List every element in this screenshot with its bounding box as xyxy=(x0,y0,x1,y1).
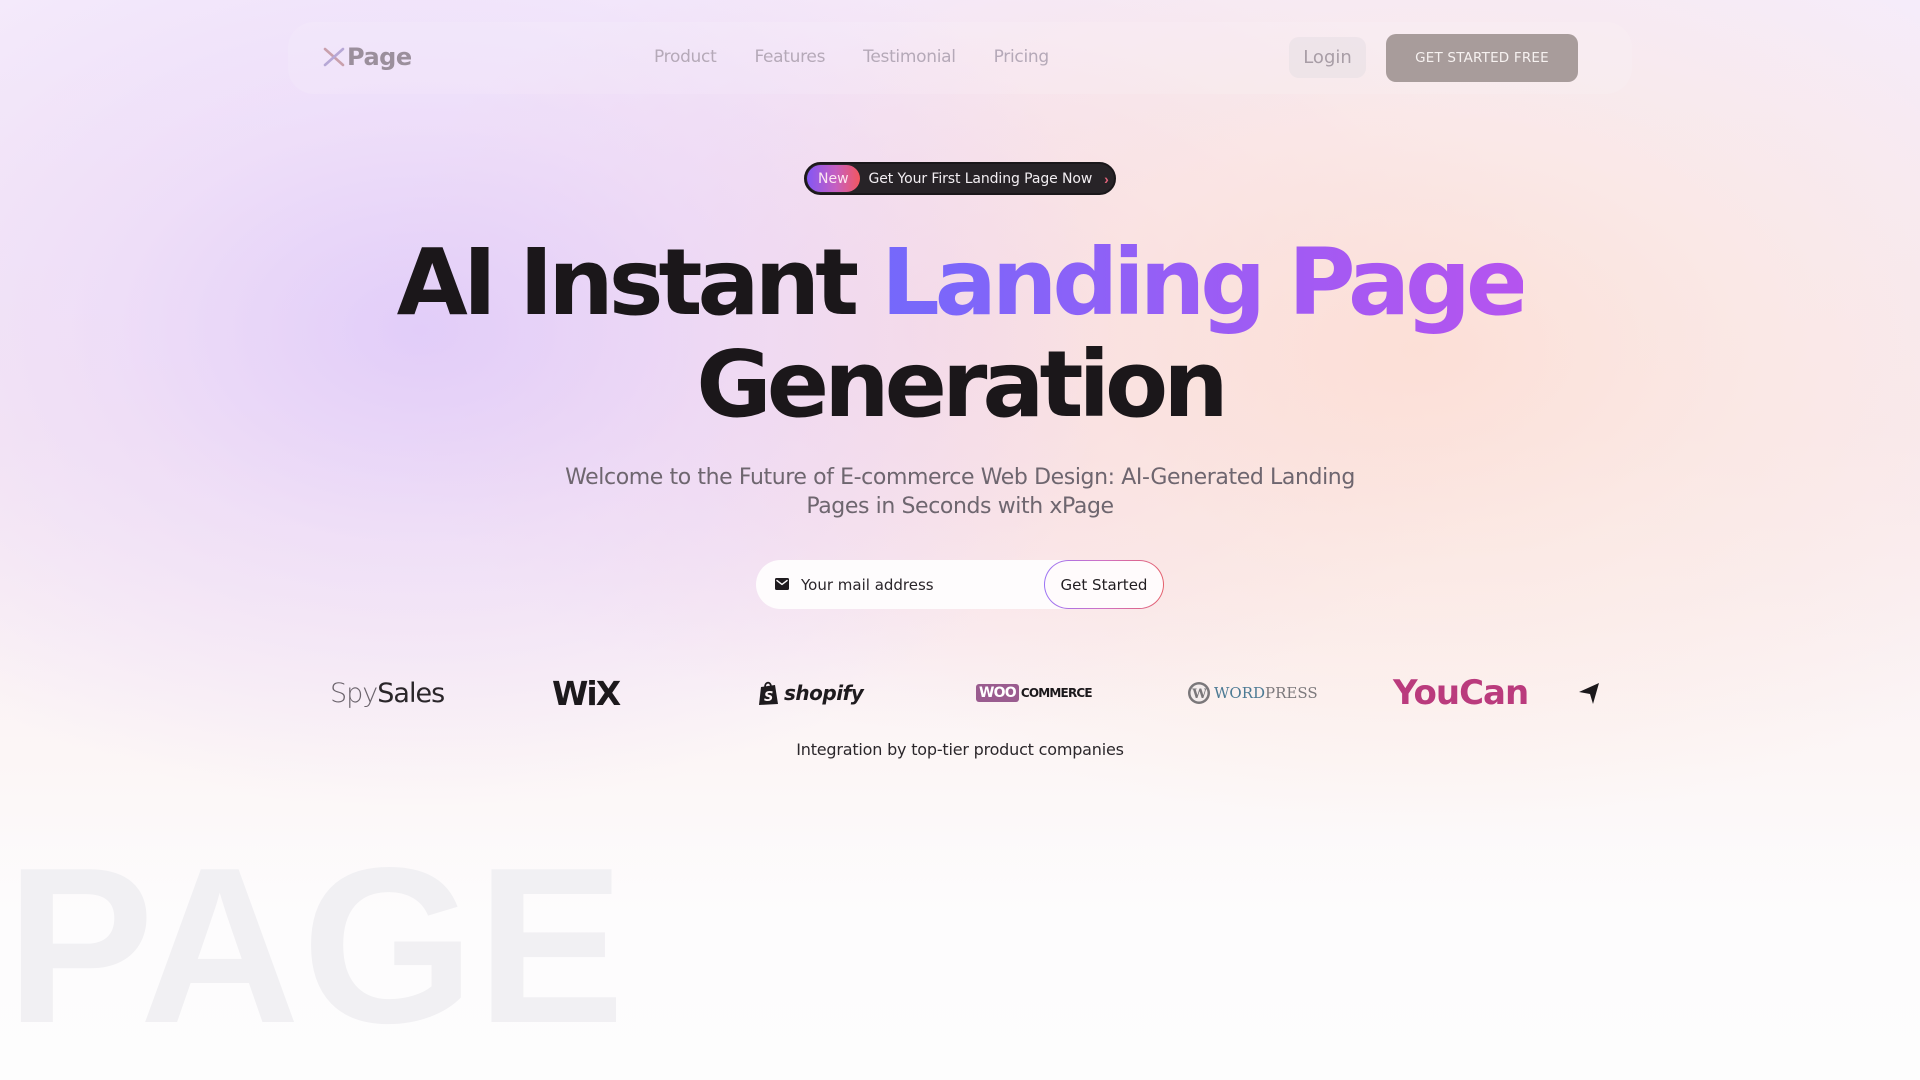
brand-name: Page xyxy=(347,43,412,71)
nav-link-product[interactable]: Product xyxy=(654,47,717,67)
integration-caption: Integration by top-tier product companie… xyxy=(796,740,1124,759)
svg-text:W: W xyxy=(1191,687,1207,702)
logo-wix: WiX xyxy=(552,670,621,716)
headline-part1: AI Instant xyxy=(396,229,882,336)
nav-link-testimonial[interactable]: Testimonial xyxy=(863,47,956,67)
logo-wordpress: W WORDPRESS xyxy=(1187,670,1318,716)
hero-subtitle: Welcome to the Future of E-commerce Web … xyxy=(565,465,1355,519)
get-started-free-button[interactable]: GET STARTED FREE xyxy=(1386,34,1578,82)
youcan-text: YouCan xyxy=(1393,673,1529,713)
announcement-pill[interactable]: New Get Your First Landing Page Now › xyxy=(804,162,1116,195)
chevron-right-icon: › xyxy=(1104,170,1109,187)
watermark-text: PAGE xyxy=(6,822,627,1070)
main-nav: Product Features Testimonial Pricing xyxy=(654,47,1049,67)
signup-form: Get Started xyxy=(756,560,1164,609)
integration-logos: Spy Sales WiX S shopify WOO COMMERCE W WO… xyxy=(0,670,1920,716)
send-arrow-icon xyxy=(1579,683,1599,704)
hero-headline: AI Instant Landing Page Generation xyxy=(0,232,1920,436)
spysales-part2: Sales xyxy=(377,677,445,709)
spysales-part1: Spy xyxy=(330,677,378,709)
wordpress-press: PRESS xyxy=(1265,684,1318,702)
wordpress-w-icon: W xyxy=(1188,682,1210,704)
nav-link-features[interactable]: Features xyxy=(754,47,825,67)
headline-line2: Generation xyxy=(696,331,1228,438)
login-button[interactable]: Login xyxy=(1289,37,1366,78)
shopify-text: shopify xyxy=(784,681,864,705)
wix-text: WiX xyxy=(552,673,621,713)
logo-youcan: YouCan xyxy=(1393,670,1529,716)
email-input[interactable] xyxy=(801,570,1041,599)
wordpress-text: WORDPRESS xyxy=(1214,684,1318,702)
logo-spysales: Spy Sales xyxy=(330,670,445,716)
headline-highlight: Landing Page xyxy=(881,229,1528,336)
woo-commerce-text: COMMERCE xyxy=(1020,686,1093,700)
svg-text:S: S xyxy=(764,690,773,705)
woo-badge: WOO xyxy=(976,684,1019,702)
get-started-button[interactable]: Get Started xyxy=(1044,560,1164,609)
logo-arrow xyxy=(1577,670,1601,716)
new-badge: New xyxy=(807,165,860,192)
logo-x-icon xyxy=(323,47,345,67)
brand-logo[interactable]: Page xyxy=(322,43,412,71)
logo-shopify: S shopify xyxy=(758,670,864,716)
mail-icon xyxy=(775,578,789,590)
shopify-bag-icon: S xyxy=(759,681,778,705)
wordpress-word: WORD xyxy=(1214,684,1266,702)
logo-woocommerce: WOO COMMERCE xyxy=(976,670,1093,716)
announcement-text: Get Your First Landing Page Now xyxy=(868,170,1093,187)
nav-link-pricing[interactable]: Pricing xyxy=(994,47,1050,67)
